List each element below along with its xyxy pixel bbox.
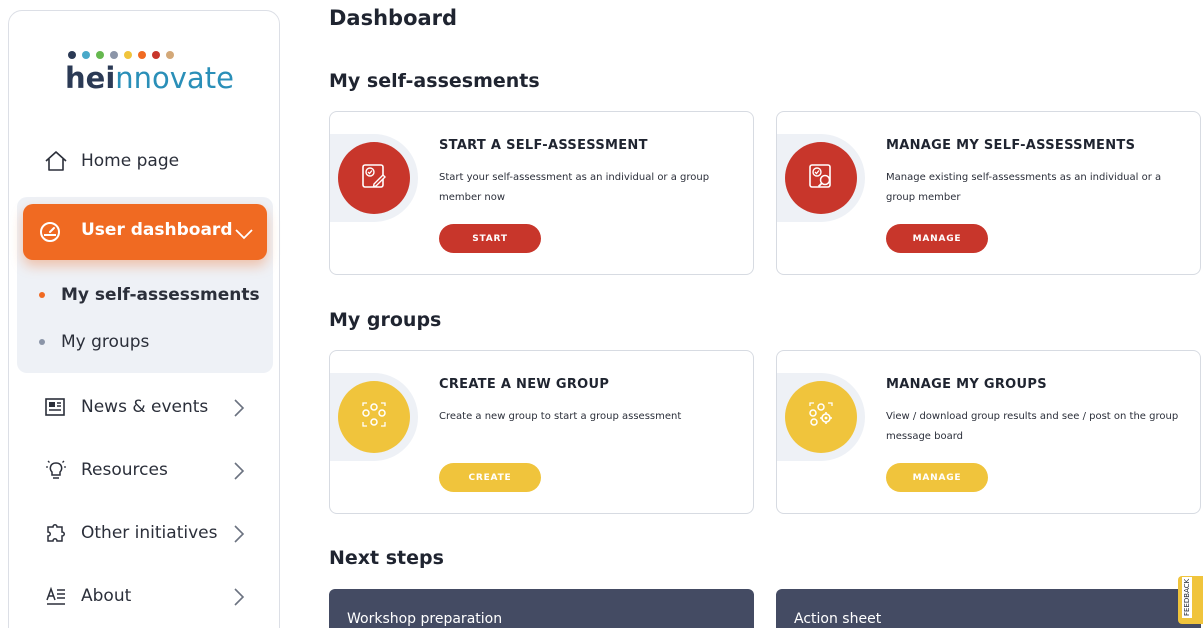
sidebar-item-label: About (81, 586, 132, 606)
sidebar-item-about[interactable]: About (9, 576, 281, 616)
sidebar-item-label: News & events (81, 397, 209, 417)
sidebar-item-label: Home page (81, 151, 180, 171)
sidebar-item-label: User dashboard (81, 220, 233, 240)
section-title-next-steps: Next steps (329, 547, 444, 569)
card-icon-circle (338, 381, 410, 453)
card-title: MANAGE MY SELF-ASSESSMENTS (886, 138, 1136, 153)
logo-wordmark: heinnovate (65, 61, 234, 95)
manage-groups-button[interactable]: MANAGE (886, 463, 988, 492)
sidebar-item-user-dashboard[interactable]: User dashboard (23, 204, 267, 260)
manage-self-assessments-button[interactable]: MANAGE (886, 224, 988, 253)
logo-dot (138, 51, 146, 59)
create-group-card: CREATE A NEW GROUP Create a new group to… (329, 350, 754, 514)
chevron-right-icon (233, 525, 249, 543)
bullet-dot (39, 339, 45, 345)
active-dot (39, 292, 45, 298)
page-title: Dashboard (329, 6, 458, 30)
manage-self-assessments-card: MANAGE MY SELF-ASSESSMENTS Manage existi… (776, 111, 1201, 275)
logo-dots (68, 51, 235, 59)
next-step-card-workshop[interactable]: Workshop preparation (329, 589, 754, 628)
start-button[interactable]: START (439, 224, 541, 253)
create-group-button[interactable]: CREATE (439, 463, 541, 492)
section-title-groups: My groups (329, 309, 442, 331)
logo-dot (152, 51, 160, 59)
card-icon-circle (785, 142, 857, 214)
sidebar-item-resources[interactable]: Resources (9, 450, 281, 490)
group-settings-icon (806, 400, 836, 434)
chevron-right-icon (233, 462, 249, 480)
sidebar-subitem-label: My self-assessments (61, 285, 260, 305)
card-description: Start your self-assessment as an individ… (439, 172, 710, 203)
start-self-assessment-card: START A SELF-ASSESSMENT Start your self-… (329, 111, 754, 275)
logo-dot (96, 51, 104, 59)
next-step-card-action-sheet[interactable]: Action sheet (776, 589, 1201, 628)
sidebar: heinnovate Home page User dashboard My s… (8, 10, 280, 628)
speedometer-icon (37, 219, 63, 245)
home-icon (43, 148, 69, 174)
card-icon-circle (785, 381, 857, 453)
about-text-icon (43, 583, 69, 609)
next-step-title: Action sheet (794, 611, 882, 627)
newspaper-icon (43, 394, 69, 420)
puzzle-icon (43, 520, 69, 546)
sidebar-item-other-initiatives[interactable]: Other initiatives (9, 513, 281, 553)
chevron-right-icon (233, 399, 249, 417)
logo-dot (124, 51, 132, 59)
logo-dot (82, 51, 90, 59)
card-icon-circle (338, 142, 410, 214)
clipboard-search-icon (806, 161, 836, 195)
section-title-self-assessments: My self-assesments (329, 70, 540, 92)
chevron-down-icon (235, 225, 253, 241)
sidebar-subitem-label: My groups (61, 332, 150, 352)
lightbulb-icon (43, 457, 69, 483)
manage-groups-card: MANAGE MY GROUPS View / download group r… (776, 350, 1201, 514)
card-description: Create a new group to start a group asse… (439, 411, 682, 422)
next-step-title: Workshop preparation (347, 611, 503, 627)
card-title: START A SELF-ASSESSMENT (439, 138, 648, 153)
sidebar-item-label: Resources (81, 460, 168, 480)
sidebar-item-label: Other initiatives (81, 523, 218, 543)
sidebar-subitem-my-groups[interactable]: My groups (39, 332, 149, 352)
sidebar-subitem-my-self-assessments[interactable]: My self-assessments (39, 285, 260, 305)
chevron-right-icon (233, 588, 249, 606)
feedback-label: FEEDBACK (1182, 576, 1192, 618)
heinnovate-logo[interactable]: heinnovate (65, 51, 235, 111)
logo-dot (166, 51, 174, 59)
sidebar-item-home[interactable]: Home page (9, 141, 281, 181)
card-description: Manage existing self-assessments as an i… (886, 172, 1162, 203)
card-description: View / download group results and see / … (886, 411, 1179, 442)
feedback-tab[interactable]: FEEDBACK (1178, 576, 1203, 624)
sidebar-item-news-events[interactable]: News & events (9, 387, 281, 427)
logo-dot (68, 51, 76, 59)
card-title: CREATE A NEW GROUP (439, 377, 610, 392)
logo-dot (110, 51, 118, 59)
card-title: MANAGE MY GROUPS (886, 377, 1047, 392)
group-nodes-icon (359, 400, 389, 434)
clipboard-pencil-icon (359, 161, 389, 195)
